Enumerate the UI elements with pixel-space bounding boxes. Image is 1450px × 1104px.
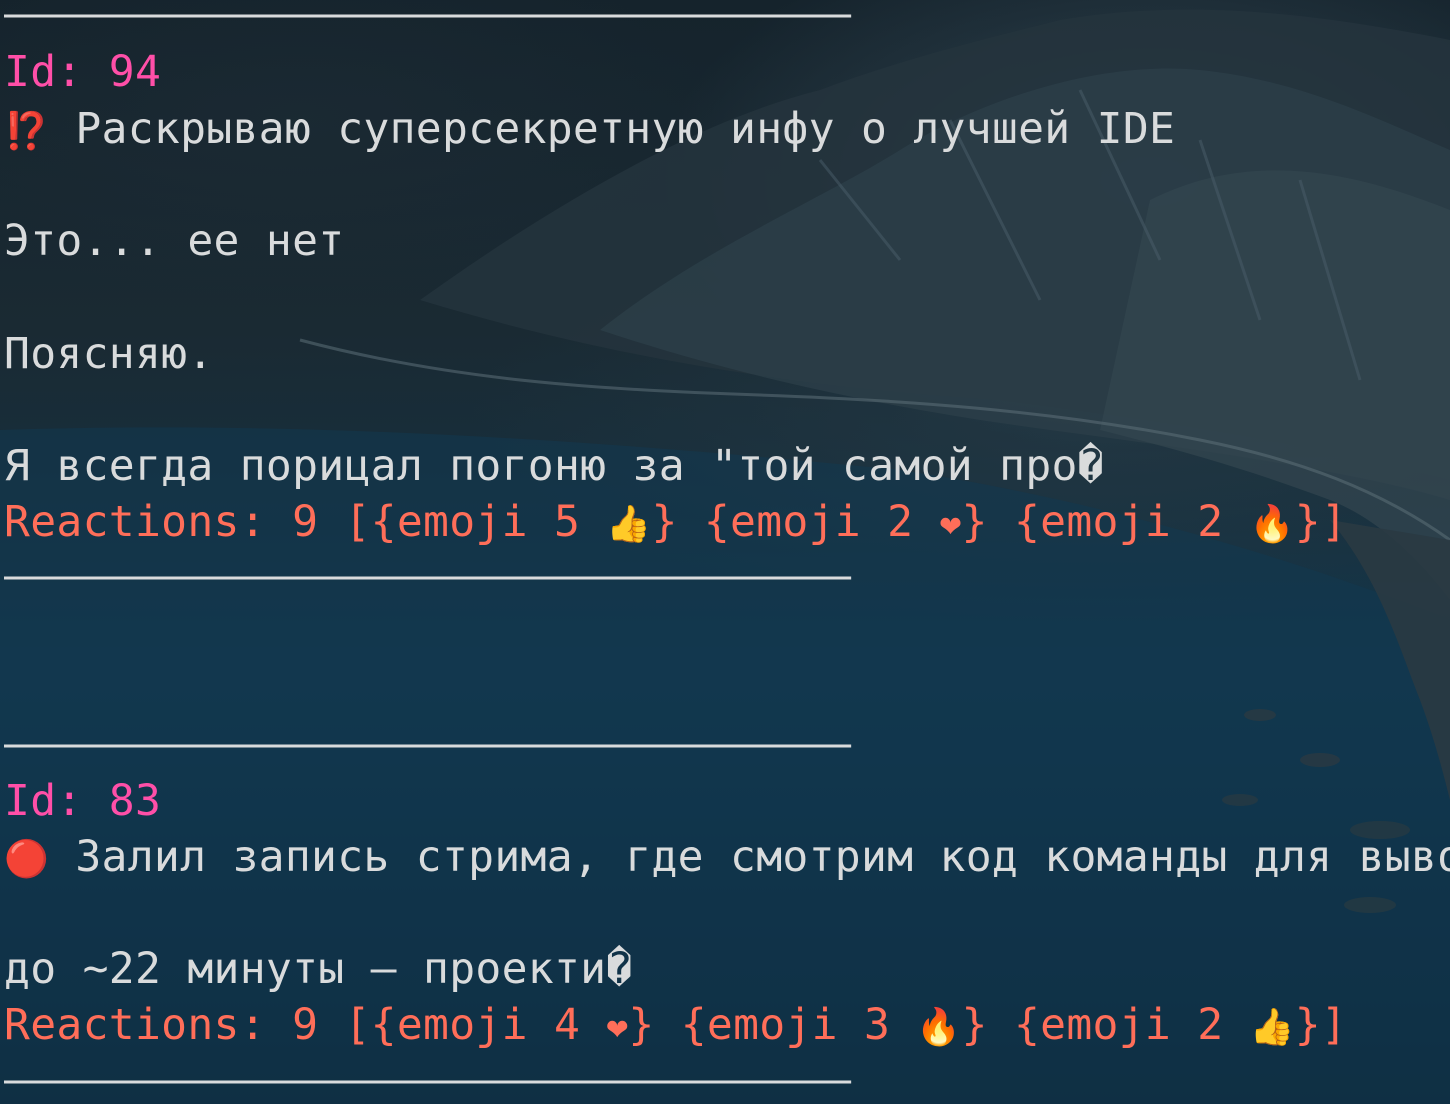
fire-icon: 🔥	[1249, 504, 1295, 545]
post-title: Раскрываю суперсекретную инфу о лучшей I…	[75, 104, 1176, 154]
separator-line: ——————————————————————————————————	[4, 719, 851, 769]
reactions-suffix: ]	[1320, 497, 1348, 547]
reactions-prefix: Reactions: 9 [	[4, 497, 371, 547]
post-title-line: 🔴 Залил запись стрима, где смотрим код к…	[4, 829, 1450, 885]
thumbs-up-icon: 👍	[1249, 1007, 1295, 1048]
reaction: {emoji 2	[987, 1000, 1250, 1050]
thumbs-up-icon: 👍	[606, 504, 652, 545]
reaction: {emoji 4	[370, 1000, 607, 1050]
post-text-line: до ~22 минуты – проекти�	[4, 944, 633, 994]
reactions-suffix: ]	[1320, 1000, 1348, 1050]
reaction-close: }	[628, 1000, 655, 1050]
reaction: {emoji 2	[677, 497, 940, 547]
reaction-close: }	[1294, 497, 1321, 547]
post-id: Id: 83	[4, 776, 162, 826]
heart-icon: ❤	[606, 1007, 629, 1048]
separator-line: ——————————————————————————————————	[4, 1055, 851, 1104]
reaction-close: }	[961, 1000, 988, 1050]
separator-line: ——————————————————————————————————	[4, 0, 851, 39]
reaction: {emoji 5	[370, 497, 607, 547]
separator-line: ——————————————————————————————————	[4, 551, 851, 601]
post-id: Id: 94	[4, 47, 162, 97]
reaction-close: }	[961, 497, 988, 547]
terminal-output: —————————————————————————————————— Id: 9…	[4, 0, 1450, 1104]
post-text-line: Это... ее нет	[4, 216, 345, 266]
reaction: {emoji 3	[654, 1000, 917, 1050]
post-text-line: Я всегда порицал погоню за "той самой пр…	[4, 441, 1104, 491]
post-text-line: Поясняю.	[4, 329, 214, 379]
post-title: Залил запись стрима, где смотрим код ком…	[75, 832, 1450, 882]
reaction: {emoji 2	[987, 497, 1250, 547]
red-circle-icon: 🔴	[4, 839, 50, 880]
fire-icon: 🔥	[916, 1007, 962, 1048]
reaction-close: }	[651, 497, 678, 547]
post-title-line: ⁉️ Раскрываю суперсекретную инфу о лучше…	[4, 101, 1175, 157]
reactions-prefix: Reactions: 9 [	[4, 1000, 371, 1050]
reaction-close: }	[1294, 1000, 1321, 1050]
reactions-line: Reactions: 9 [{emoji 4 ❤} {emoji 3 🔥} {e…	[4, 997, 1347, 1053]
exclamation-question-icon: ⁉️	[4, 111, 50, 152]
heart-icon: ❤	[939, 504, 962, 545]
reactions-line: Reactions: 9 [{emoji 5 👍} {emoji 2 ❤} {e…	[4, 494, 1347, 550]
